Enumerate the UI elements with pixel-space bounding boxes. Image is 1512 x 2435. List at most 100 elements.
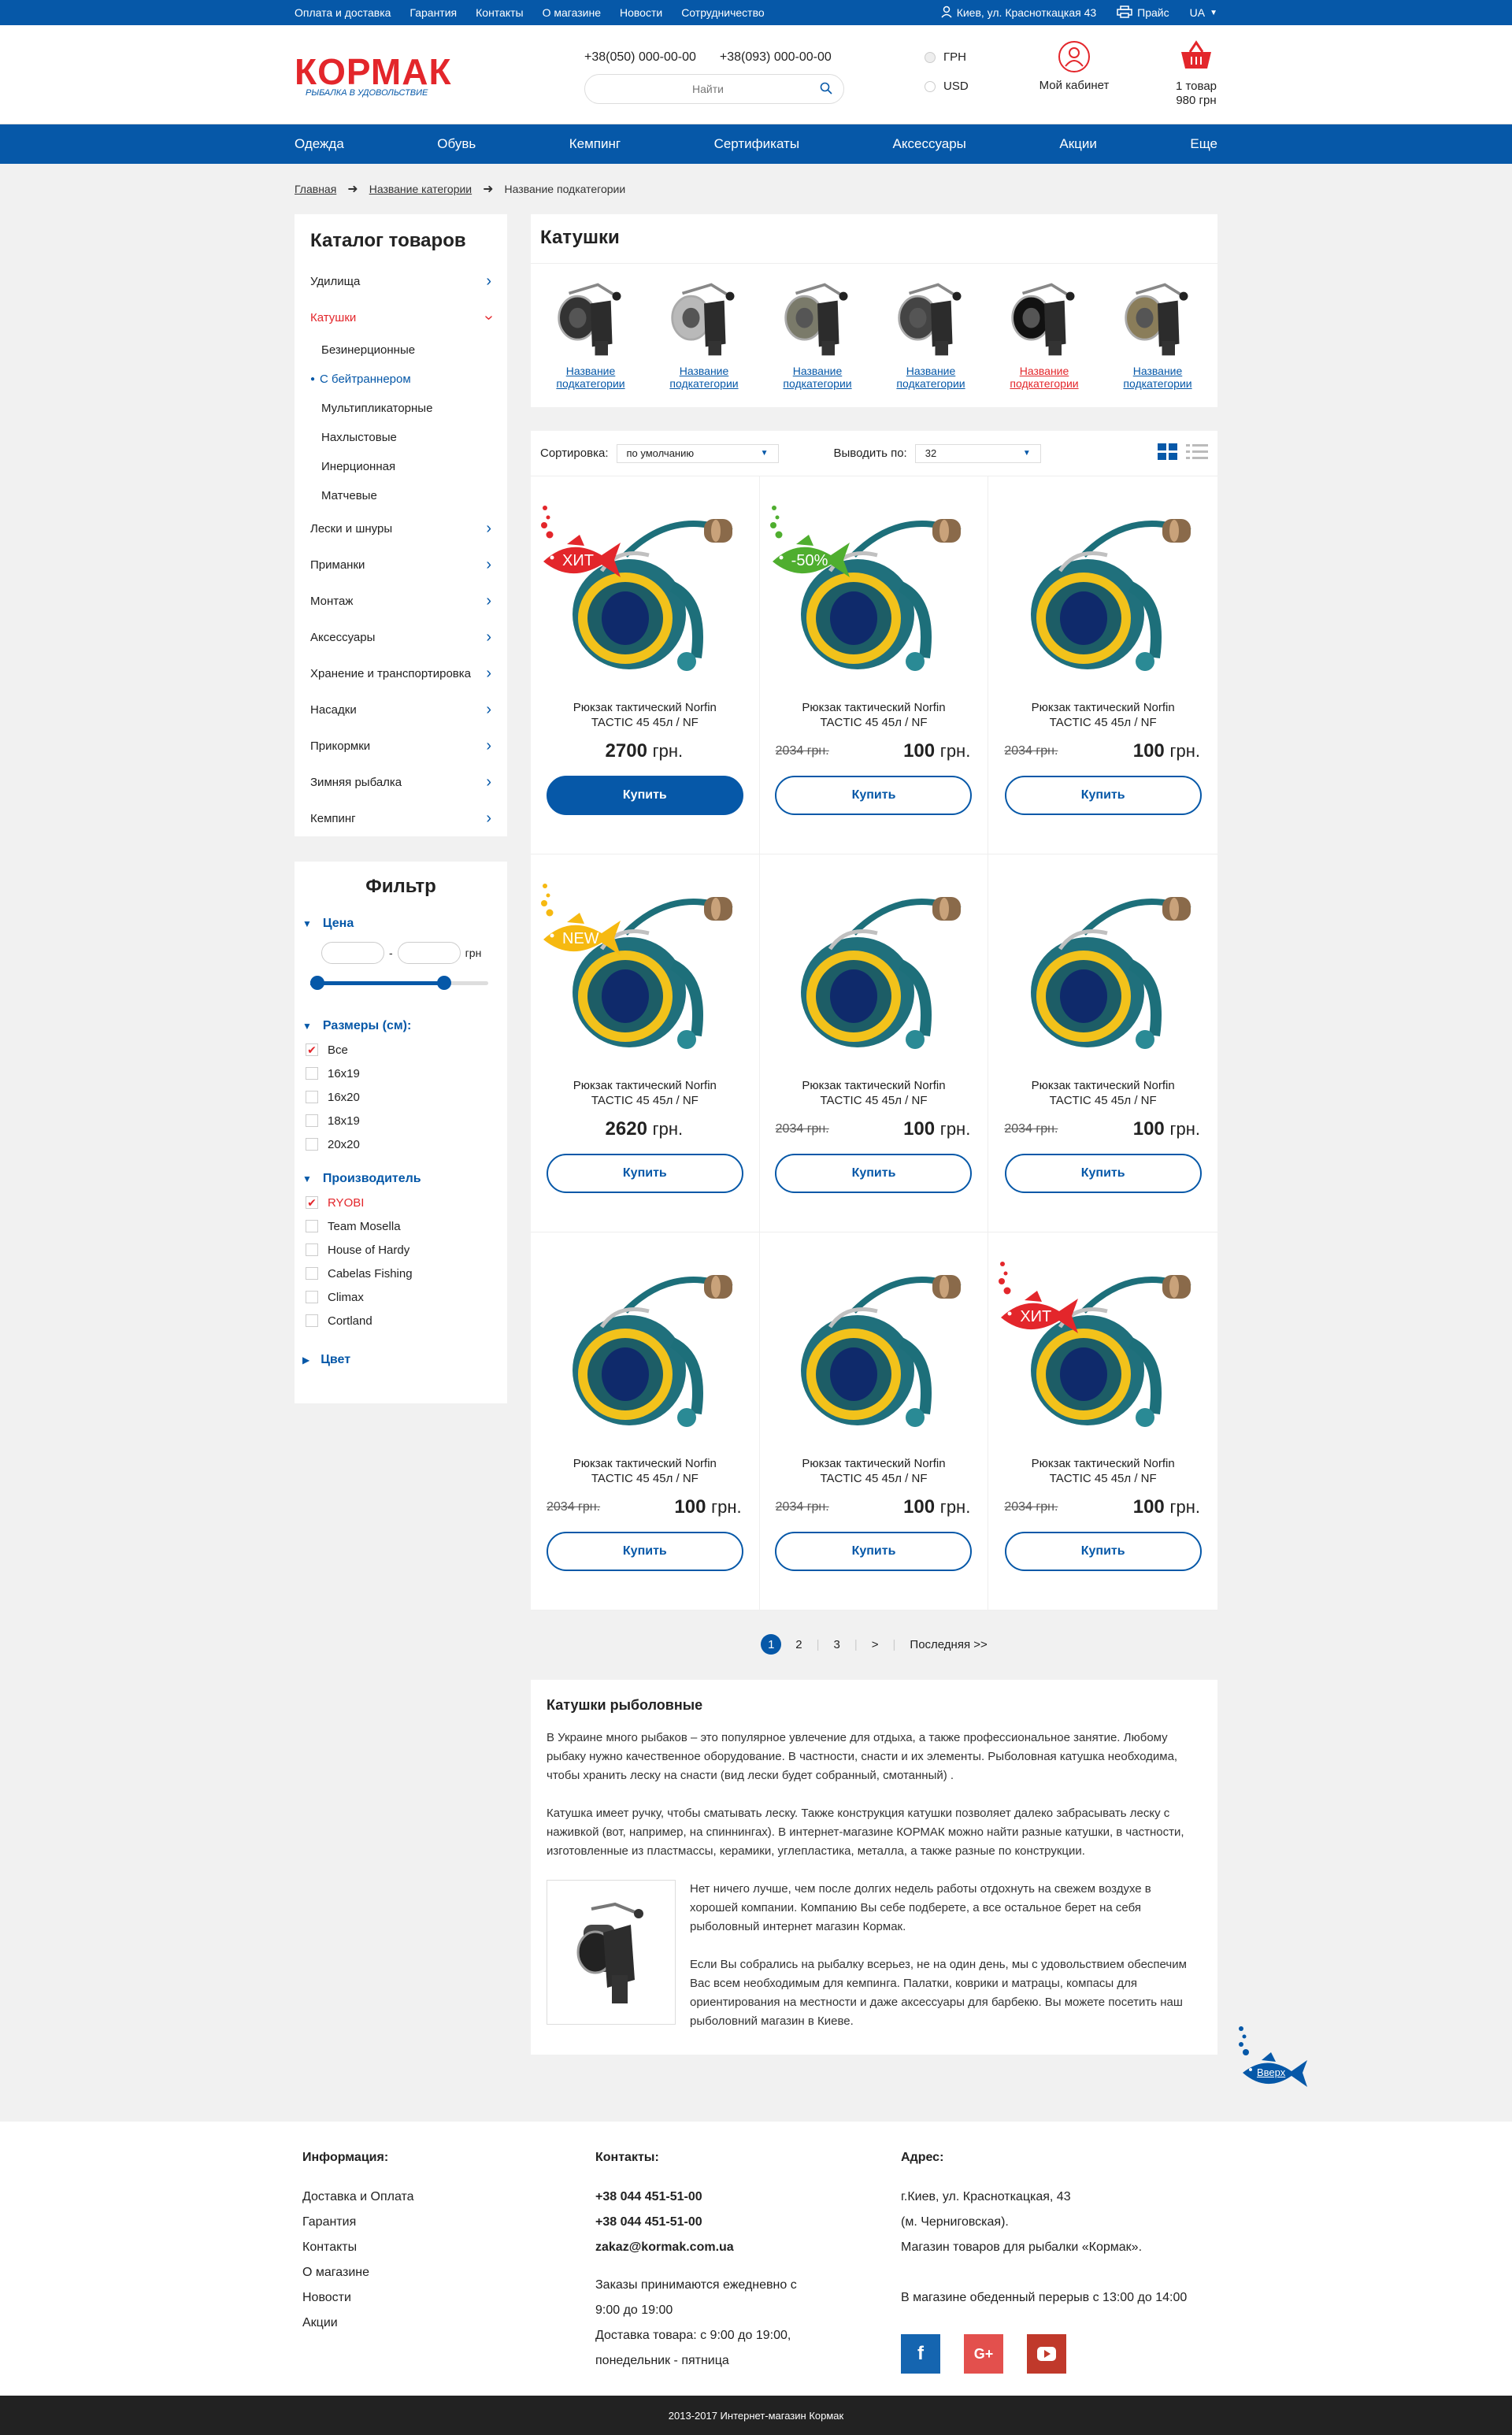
product-image[interactable]: [988, 854, 1217, 1059]
price-max-input[interactable]: [397, 942, 461, 964]
product-card[interactable]: Рюкзак тактический Norfin TACTIC 45 45л …: [759, 854, 989, 1232]
price-min-input[interactable]: [321, 942, 384, 964]
checkbox[interactable]: [306, 1267, 318, 1280]
subcategory-link[interactable]: Название подкатегории: [884, 264, 978, 390]
search-input[interactable]: Найти: [584, 74, 844, 104]
checkbox[interactable]: [306, 1067, 318, 1080]
subcatalog-item[interactable]: Мультипликаторные: [295, 394, 507, 423]
product-name[interactable]: Рюкзак тактический Norfin TACTIC 45 45л …: [760, 700, 988, 730]
size-option-all[interactable]: ✔ Все: [302, 1038, 499, 1062]
product-name[interactable]: Рюкзак тактический Norfin TACTIC 45 45л …: [988, 1456, 1217, 1486]
subcatalog-item[interactable]: Нахлыстовые: [295, 423, 507, 452]
product-name[interactable]: Рюкзак тактический Norfin TACTIC 45 45л …: [760, 1456, 988, 1486]
checkbox[interactable]: [306, 1091, 318, 1103]
buy-button[interactable]: Купить: [775, 776, 973, 815]
footer-email[interactable]: zakaz@kormak.com.ua: [595, 2235, 901, 2260]
checkbox-checked[interactable]: ✔: [306, 1196, 318, 1209]
maker-option[interactable]: Cabelas Fishing: [302, 1262, 499, 1285]
sort-select[interactable]: по умолчанию ▼: [616, 443, 779, 463]
nav-shoes[interactable]: Обувь: [437, 136, 476, 152]
filter-sizes-toggle[interactable]: ▼ Размеры (см):: [302, 1014, 499, 1038]
product-image[interactable]: [760, 854, 988, 1059]
buy-button[interactable]: Купить: [546, 1154, 743, 1193]
checkbox[interactable]: [306, 1114, 318, 1127]
page-link[interactable]: 3: [833, 1638, 839, 1651]
maker-option[interactable]: Team Mosella: [302, 1214, 499, 1238]
maker-option-ryobi[interactable]: ✔ RYOBI: [302, 1191, 499, 1214]
radio-usd[interactable]: [925, 80, 936, 92]
product-image[interactable]: [760, 1232, 988, 1437]
product-card[interactable]: NEW Рюкзак тактический Norfin TACTIC 45 …: [531, 854, 760, 1232]
breadcrumb-category[interactable]: Название категории: [369, 183, 472, 195]
catalog-item-accessories[interactable]: Аксессуары ›: [295, 619, 507, 655]
catalog-item-camping[interactable]: Кемпинг ›: [295, 800, 507, 836]
nav-certificates[interactable]: Сертификаты: [714, 136, 799, 152]
top-link-payment[interactable]: Оплата и доставка: [295, 6, 391, 19]
subcategory-link[interactable]: Название подкатегории: [997, 264, 1091, 390]
product-card[interactable]: Рюкзак тактический Norfin TACTIC 45 45л …: [531, 1232, 760, 1610]
filter-maker-toggle[interactable]: ▼ Производитель: [302, 1167, 499, 1191]
maker-option[interactable]: House of Hardy: [302, 1238, 499, 1262]
buy-button[interactable]: Купить: [1004, 1154, 1202, 1193]
catalog-item-baits[interactable]: Насадки ›: [295, 691, 507, 728]
nav-sales[interactable]: Акции: [1059, 136, 1097, 152]
checkbox[interactable]: [306, 1291, 318, 1303]
address-link[interactable]: Киев, ул. Красноткацкая 43: [941, 6, 1096, 20]
cart[interactable]: 1 товар 980 грн: [1169, 39, 1224, 108]
slider-handle-min[interactable]: [310, 976, 324, 990]
filter-price-toggle[interactable]: ▼ Цена: [302, 912, 499, 936]
product-card[interactable]: ХИТ Рюкзак тактический Norfin TACTIC 45 …: [988, 1232, 1217, 1610]
radio-uah[interactable]: [925, 51, 936, 63]
footer-link[interactable]: Контакты: [302, 2235, 595, 2260]
catalog-item-groundbait[interactable]: Прикормки ›: [295, 728, 507, 764]
phone-1[interactable]: +38(050) 000-00-00: [584, 50, 696, 65]
size-option[interactable]: 18x19: [302, 1109, 499, 1132]
footer-phone[interactable]: +38 044 451-51-00: [595, 2210, 901, 2235]
buy-button[interactable]: Купить: [1004, 776, 1202, 815]
footer-link[interactable]: Гарантия: [302, 2210, 595, 2235]
phone-2[interactable]: +38(093) 000-00-00: [720, 50, 832, 65]
product-card[interactable]: Рюкзак тактический Norfin TACTIC 45 45л …: [988, 476, 1217, 854]
top-link-warranty[interactable]: Гарантия: [410, 6, 457, 19]
google-plus-icon[interactable]: G+: [964, 2334, 1003, 2374]
buy-button[interactable]: Купить: [546, 776, 743, 815]
product-card[interactable]: -50% Рюкзак тактический Norfin TACTIC 45…: [759, 476, 989, 854]
currency-uah[interactable]: ГРН: [925, 50, 969, 64]
facebook-icon[interactable]: f: [901, 2334, 940, 2374]
size-option[interactable]: 20x20: [302, 1132, 499, 1156]
product-name[interactable]: Рюкзак тактический Norfin TACTIC 45 45л …: [988, 700, 1217, 730]
page-current[interactable]: 1: [761, 1634, 782, 1655]
footer-phone[interactable]: +38 044 451-51-00: [595, 2185, 901, 2210]
language-select[interactable]: UA ▼: [1190, 6, 1217, 19]
subcategory-link[interactable]: Название подкатегории: [770, 264, 865, 390]
page-next[interactable]: >: [872, 1638, 879, 1651]
product-name[interactable]: Рюкзак тактический Norfin TACTIC 45 45л …: [760, 1078, 988, 1108]
scroll-up-button[interactable]: Вверх: [1235, 2024, 1314, 2099]
product-name[interactable]: Рюкзак тактический Norfin TACTIC 45 45л …: [531, 1078, 759, 1108]
price-list-link[interactable]: Прайс: [1117, 5, 1169, 20]
maker-option[interactable]: Climax: [302, 1285, 499, 1309]
price-slider[interactable]: [310, 975, 488, 991]
buy-button[interactable]: Купить: [775, 1532, 973, 1571]
page-link[interactable]: 2: [795, 1638, 802, 1651]
product-name[interactable]: Рюкзак тактический Norfin TACTIC 45 45л …: [988, 1078, 1217, 1108]
search-icon[interactable]: [820, 82, 832, 97]
product-name[interactable]: Рюкзак тактический Norfin TACTIC 45 45л …: [531, 700, 759, 730]
nav-clothes[interactable]: Одежда: [295, 136, 344, 152]
buy-button[interactable]: Купить: [1004, 1532, 1202, 1571]
breadcrumb-home[interactable]: Главная: [295, 183, 336, 195]
subcatalog-item[interactable]: Безинерционные: [295, 335, 507, 365]
catalog-item-winter[interactable]: Зимняя рыбалка ›: [295, 764, 507, 800]
footer-link[interactable]: Новости: [302, 2285, 595, 2311]
product-image[interactable]: [988, 476, 1217, 681]
top-link-cooperation[interactable]: Сотрудничество: [681, 6, 764, 19]
size-option[interactable]: 16x20: [302, 1085, 499, 1109]
size-option[interactable]: 16x19: [302, 1062, 499, 1085]
youtube-icon[interactable]: [1027, 2334, 1066, 2374]
list-view-icon[interactable]: [1186, 443, 1208, 464]
catalog-item-storage[interactable]: Хранение и транспортировка ›: [295, 655, 507, 691]
top-link-contacts[interactable]: Контакты: [476, 6, 523, 19]
maker-option[interactable]: Cortland: [302, 1309, 499, 1332]
catalog-item-lines[interactable]: Лески и шнуры ›: [295, 510, 507, 547]
nav-more[interactable]: Еще: [1190, 136, 1217, 152]
